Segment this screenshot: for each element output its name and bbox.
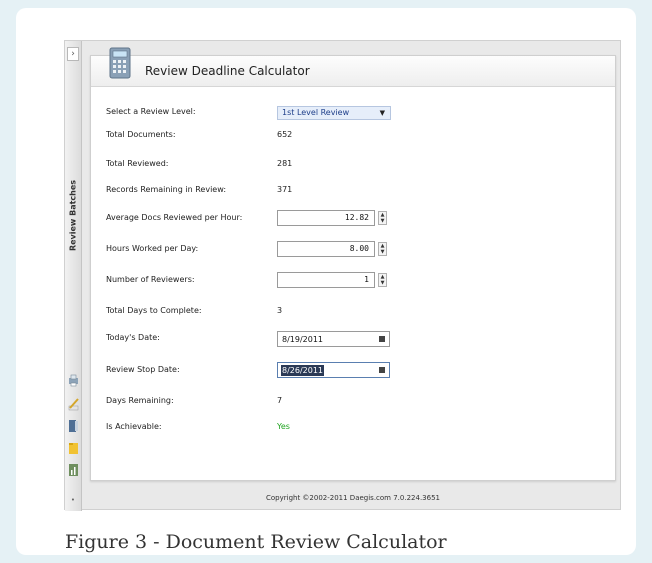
spin-down-icon[interactable]: ▼ bbox=[379, 249, 386, 255]
chevron-right-icon[interactable]: › bbox=[67, 47, 79, 61]
avg-docs-input[interactable]: 12.82 bbox=[277, 210, 375, 226]
records-remaining-label: Records Remaining in Review: bbox=[106, 185, 227, 194]
side-strip: › Review Batches • bbox=[65, 41, 82, 511]
review-level-select[interactable]: 1st Level Review ▼ bbox=[277, 106, 391, 120]
binder-icon[interactable] bbox=[68, 419, 79, 433]
total-reviewed-label: Total Reviewed: bbox=[106, 159, 169, 168]
total-documents-value: 652 bbox=[277, 130, 293, 139]
days-remaining-value: 7 bbox=[277, 396, 283, 405]
spin-down-icon[interactable]: ▼ bbox=[379, 280, 386, 286]
figure-card: › Review Batches • Review Deadline Calcu… bbox=[16, 8, 636, 555]
hours-per-day-input[interactable]: 8.00 bbox=[277, 241, 375, 257]
num-reviewers-stepper[interactable]: 1 ▲ ▼ bbox=[277, 272, 388, 288]
spin-buttons[interactable]: ▲ ▼ bbox=[378, 211, 387, 225]
hours-per-day-stepper[interactable]: 8.00 ▲ ▼ bbox=[277, 241, 388, 257]
calculator-icon bbox=[109, 47, 131, 79]
calendar-icon[interactable] bbox=[379, 367, 385, 373]
calendar-icon[interactable] bbox=[379, 336, 385, 342]
chart-icon[interactable] bbox=[68, 463, 79, 477]
printer-icon[interactable] bbox=[68, 373, 79, 387]
calculator-panel: Review Deadline Calculator Select a Revi… bbox=[90, 47, 616, 481]
stop-date-label: Review Stop Date: bbox=[106, 365, 180, 374]
total-days-value: 3 bbox=[277, 306, 283, 315]
review-level-value: 1st Level Review bbox=[282, 108, 350, 117]
review-batches-tab[interactable]: Review Batches bbox=[69, 170, 78, 262]
num-reviewers-input[interactable]: 1 bbox=[277, 272, 375, 288]
panel-header: Review Deadline Calculator bbox=[91, 47, 615, 87]
is-achievable-value: Yes bbox=[277, 422, 290, 431]
copyright-footer: Copyright ©2002-2011 Daegis.com 7.0.224.… bbox=[266, 494, 440, 502]
pencil-icon[interactable] bbox=[68, 397, 79, 411]
dropdown-arrow-icon: ▼ bbox=[379, 109, 385, 117]
stop-date-picker[interactable]: 8/26/2011 bbox=[277, 362, 390, 378]
spin-buttons[interactable]: ▲ ▼ bbox=[378, 242, 387, 256]
num-reviewers-label: Number of Reviewers: bbox=[106, 275, 195, 284]
days-remaining-label: Days Remaining: bbox=[106, 396, 174, 405]
spin-down-icon[interactable]: ▼ bbox=[379, 218, 386, 224]
figure-caption: Figure 3 - Document Review Calculator bbox=[65, 531, 447, 553]
todays-date-picker[interactable]: 8/19/2011 bbox=[277, 331, 390, 347]
panel-title: Review Deadline Calculator bbox=[145, 64, 310, 78]
folder-icon[interactable] bbox=[68, 441, 79, 455]
total-reviewed-value: 281 bbox=[277, 159, 293, 168]
hours-per-day-label: Hours Worked per Day: bbox=[106, 244, 199, 253]
stop-date-value[interactable]: 8/26/2011 bbox=[281, 365, 325, 376]
avg-docs-label: Average Docs Reviewed per Hour: bbox=[106, 213, 243, 222]
is-achievable-label: Is Achievable: bbox=[106, 422, 162, 431]
records-remaining-value: 371 bbox=[277, 185, 293, 194]
todays-date-value[interactable]: 8/19/2011 bbox=[282, 335, 323, 344]
dot-icon[interactable]: • bbox=[67, 496, 79, 506]
avg-docs-stepper[interactable]: 12.82 ▲ ▼ bbox=[277, 210, 388, 226]
app-window: › Review Batches • Review Deadline Calcu… bbox=[64, 40, 621, 511]
total-days-label: Total Days to Complete: bbox=[106, 306, 202, 315]
todays-date-label: Today's Date: bbox=[106, 333, 160, 342]
spin-buttons[interactable]: ▲ ▼ bbox=[378, 273, 387, 287]
total-documents-label: Total Documents: bbox=[106, 130, 176, 139]
review-level-label: Select a Review Level: bbox=[106, 107, 196, 116]
